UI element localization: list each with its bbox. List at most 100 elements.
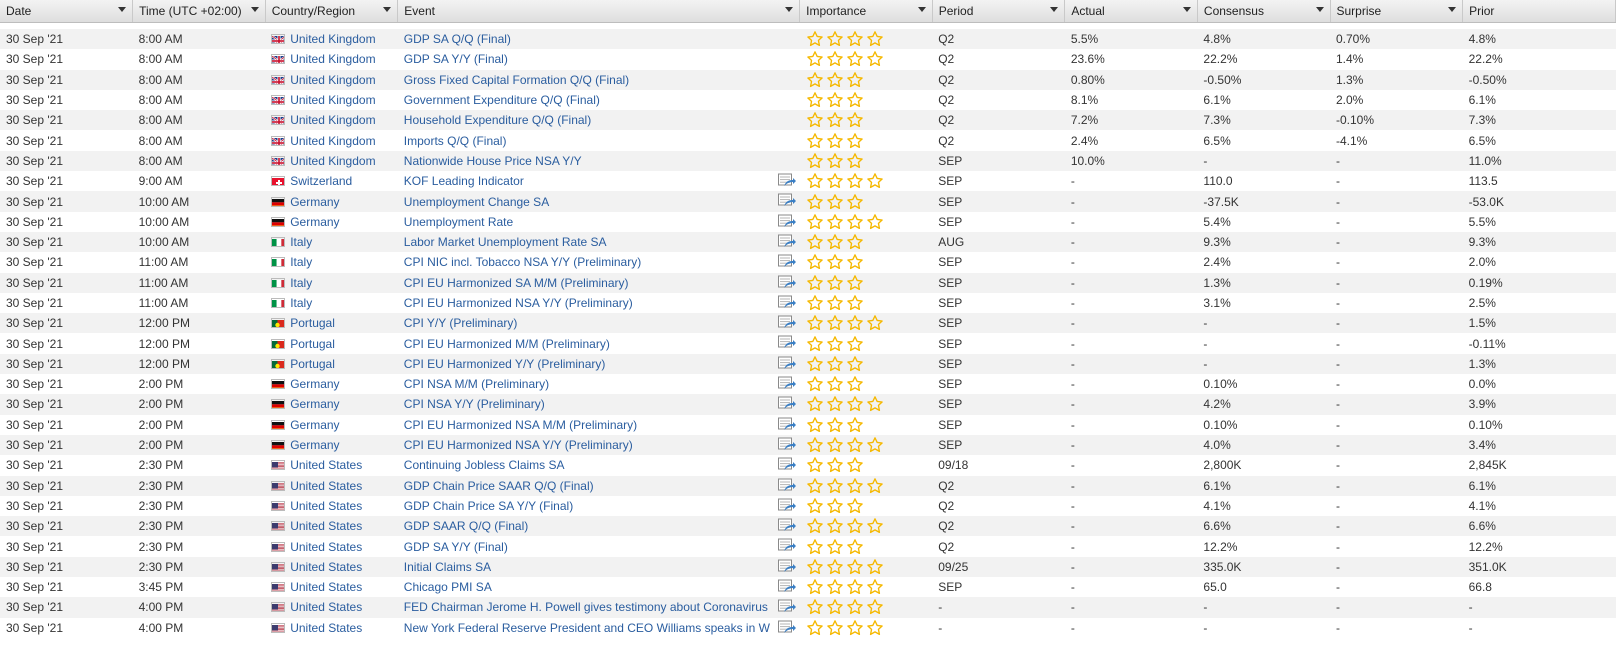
chevron-down-icon[interactable]: [383, 7, 392, 12]
country-link[interactable]: Germany: [290, 418, 339, 432]
event-link[interactable]: CPI NSA M/M (Preliminary): [404, 377, 549, 391]
chart-link-icon[interactable]: [777, 275, 796, 290]
table-row[interactable]: 30 Sep '21 8:00 AM United Kingdom Household…: [0, 110, 1616, 131]
table-row[interactable]: 30 Sep '21 2:00 PM Germany CPI NSA M/M (Pre…: [0, 374, 1616, 395]
country-link[interactable]: United Kingdom: [290, 52, 375, 66]
country-link[interactable]: United Kingdom: [290, 32, 375, 46]
country-link[interactable]: Portugal: [290, 357, 335, 371]
country-link[interactable]: Italy: [290, 296, 312, 310]
country-link[interactable]: Italy: [290, 255, 312, 269]
event-link[interactable]: CPI EU Harmonized M/M (Preliminary): [404, 337, 610, 351]
country-link[interactable]: Portugal: [290, 337, 335, 351]
country-link[interactable]: United States: [290, 580, 362, 594]
event-link[interactable]: CPI Y/Y (Preliminary): [404, 316, 518, 330]
table-row[interactable]: 30 Sep '21 3:45 PM United States Chicago PM…: [0, 577, 1616, 598]
country-link[interactable]: United Kingdom: [290, 154, 375, 168]
chart-link-icon[interactable]: [777, 335, 796, 350]
event-link[interactable]: Imports Q/Q (Final): [404, 134, 507, 148]
chart-link-icon[interactable]: [777, 315, 796, 330]
event-link[interactable]: GDP SA Q/Q (Final): [404, 32, 511, 46]
country-link[interactable]: Switzerland: [290, 174, 352, 188]
chart-link-icon[interactable]: [777, 193, 796, 208]
col-header-prior[interactable]: Prior: [1462, 0, 1616, 23]
table-row[interactable]: 30 Sep '21 11:00 AM Italy CPI EU Harmonized…: [0, 292, 1616, 314]
country-link[interactable]: Italy: [290, 276, 312, 290]
col-header-surprise[interactable]: Surprise: [1330, 0, 1464, 23]
country-link[interactable]: United States: [290, 499, 362, 513]
country-link[interactable]: United Kingdom: [290, 134, 375, 148]
event-link[interactable]: GDP Chain Price SAAR Q/Q (Final): [404, 479, 594, 493]
chart-link-icon[interactable]: [777, 356, 796, 371]
country-link[interactable]: Italy: [290, 235, 312, 249]
col-header-country[interactable]: Country/Region: [265, 0, 399, 23]
table-row[interactable]: 30 Sep '21 2:30 PM United States GDP Chain …: [0, 475, 1616, 496]
chart-link-icon[interactable]: [777, 376, 796, 391]
chart-link-icon[interactable]: [777, 498, 796, 513]
table-row[interactable]: 30 Sep '21 2:30 PM United States GDP SA Y/Y…: [0, 536, 1616, 557]
country-link[interactable]: Germany: [290, 438, 339, 452]
event-link[interactable]: GDP SA Y/Y (Final): [404, 52, 508, 66]
country-link[interactable]: Germany: [290, 397, 339, 411]
chevron-down-icon[interactable]: [1050, 7, 1059, 12]
chart-link-icon[interactable]: [777, 173, 796, 188]
country-link[interactable]: United States: [290, 560, 362, 574]
table-row[interactable]: 30 Sep '21 11:00 AM Italy CPI NIC incl. Tob…: [0, 252, 1616, 273]
event-link[interactable]: Labor Market Unemployment Rate SA: [404, 235, 607, 249]
chart-link-icon[interactable]: [777, 478, 796, 493]
chart-link-icon[interactable]: [777, 457, 796, 472]
event-link[interactable]: CPI NSA Y/Y (Preliminary): [404, 397, 545, 411]
col-header-period[interactable]: Period: [932, 0, 1066, 23]
event-link[interactable]: KOF Leading Indicator: [404, 174, 524, 188]
chevron-down-icon[interactable]: [1315, 7, 1324, 12]
event-link[interactable]: CPI NIC incl. Tobacco NSA Y/Y (Prelimina…: [404, 255, 641, 269]
event-link[interactable]: Government Expenditure Q/Q (Final): [404, 93, 600, 107]
country-link[interactable]: United States: [290, 600, 362, 614]
event-link[interactable]: Gross Fixed Capital Formation Q/Q (Final…: [404, 73, 629, 87]
table-row[interactable]: 30 Sep '21 8:00 AM United Kingdom GDP SA Q/…: [0, 29, 1616, 50]
table-row[interactable]: 30 Sep '21 10:00 AM Germany Unemployment Ra…: [0, 211, 1616, 232]
event-link[interactable]: Nationwide House Price NSA Y/Y: [404, 154, 582, 168]
chart-link-icon[interactable]: [777, 437, 796, 452]
table-row[interactable]: 30 Sep '21 8:00 AM United Kingdom GDP SA Y/…: [0, 49, 1616, 70]
event-link[interactable]: GDP SA Y/Y (Final): [404, 540, 508, 554]
event-link[interactable]: CPI EU Harmonized NSA Y/Y (Preliminary): [404, 296, 633, 310]
chevron-down-icon[interactable]: [1448, 7, 1457, 12]
chart-link-icon[interactable]: [777, 254, 796, 269]
table-row[interactable]: 30 Sep '21 2:30 PM United States GDP SAAR Q…: [0, 516, 1616, 537]
event-link[interactable]: GDP Chain Price SA Y/Y (Final): [404, 499, 573, 513]
country-link[interactable]: United Kingdom: [290, 73, 375, 87]
table-row[interactable]: 30 Sep '21 2:30 PM United States Initial Cl…: [0, 556, 1616, 578]
chart-link-icon[interactable]: [777, 417, 796, 432]
table-row[interactable]: 30 Sep '21 11:00 AM Italy CPI EU Harmonized…: [0, 272, 1616, 293]
event-link[interactable]: Unemployment Rate: [404, 215, 513, 229]
event-link[interactable]: Household Expenditure Q/Q (Final): [404, 113, 591, 127]
table-row[interactable]: 30 Sep '21 10:00 AM Germany Unemployment Ch…: [0, 191, 1616, 212]
country-link[interactable]: Germany: [290, 215, 339, 229]
event-link[interactable]: CPI EU Harmonized NSA M/M (Preliminary): [404, 418, 637, 432]
event-link[interactable]: Continuing Jobless Claims SA: [404, 458, 565, 472]
country-link[interactable]: Germany: [290, 195, 339, 209]
event-link[interactable]: New York Federal Reserve President and C…: [404, 621, 770, 635]
table-row[interactable]: 30 Sep '21 4:00 PM United States FED Chairm…: [0, 597, 1616, 618]
table-row[interactable]: 30 Sep '21 2:30 PM United States Continuing…: [0, 455, 1616, 476]
chevron-down-icon[interactable]: [250, 7, 259, 12]
chart-link-icon[interactable]: [777, 214, 796, 229]
country-link[interactable]: Portugal: [290, 316, 335, 330]
col-header-event[interactable]: Event: [397, 0, 801, 23]
table-row[interactable]: 30 Sep '21 12:00 PM Portugal CPI Y/Y (Preli…: [0, 313, 1616, 334]
chevron-down-icon[interactable]: [118, 7, 127, 12]
chart-link-icon[interactable]: [777, 579, 796, 594]
event-link[interactable]: FED Chairman Jerome H. Powell gives test…: [404, 600, 768, 614]
chevron-down-icon[interactable]: [917, 7, 926, 12]
chart-link-icon[interactable]: [777, 599, 796, 614]
event-link[interactable]: CPI EU Harmonized SA M/M (Preliminary): [404, 276, 629, 290]
table-row[interactable]: 30 Sep '21 8:00 AM United Kingdom Imports Q…: [0, 130, 1616, 151]
event-link[interactable]: GDP SAAR Q/Q (Final): [404, 519, 528, 533]
country-link[interactable]: United States: [290, 621, 362, 635]
table-row[interactable]: 30 Sep '21 2:00 PM Germany CPI NSA Y/Y (Pre…: [0, 394, 1616, 415]
chart-link-icon[interactable]: [777, 295, 796, 310]
table-row[interactable]: 30 Sep '21 2:00 PM Germany CPI EU Harmonize…: [0, 414, 1616, 435]
table-row[interactable]: 30 Sep '21 12:00 PM Portugal CPI EU Harmoni…: [0, 333, 1616, 354]
chevron-down-icon[interactable]: [785, 7, 794, 12]
country-link[interactable]: United States: [290, 479, 362, 493]
